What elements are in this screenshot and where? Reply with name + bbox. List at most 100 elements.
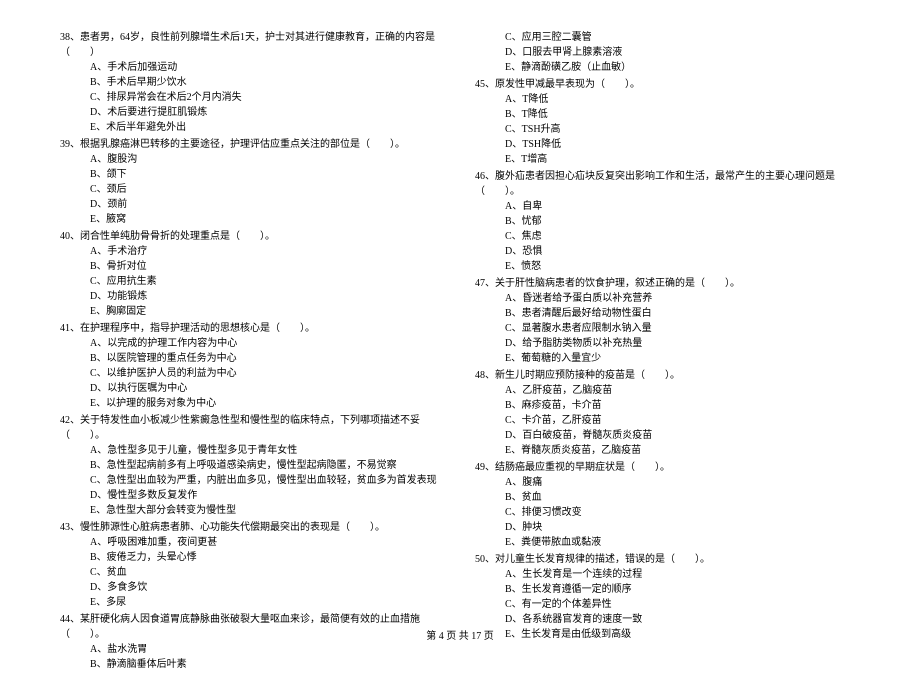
option-d: D、功能锻炼: [90, 289, 445, 304]
option-d: D、给予脂肪类物质以补充热量: [505, 336, 860, 351]
option-e: E、葡萄糖的入量宜少: [505, 351, 860, 366]
page-footer: 第 4 页 共 17 页: [0, 627, 920, 642]
option-c: C、卡介苗，乙肝疫苗: [505, 413, 860, 428]
question-options: A、腹痛 B、贫血 C、排便习惯改变 D、肿块 E、粪便带脓血或黏液: [475, 475, 860, 550]
question-options: A、手术后加强运动 B、手术后早期少饮水 C、排尿异常会在术后2个月内消失 D、…: [60, 60, 445, 135]
question-48: 48、新生儿时期应预防接种的疫苗是（ ）。 A、乙肝疫苗，乙脑疫苗 B、麻疹疫苗…: [475, 368, 860, 458]
question-42: 42、关于特发性血小板减少性紫癜急性型和慢性型的临床特点，下列哪项描述不妥（ ）…: [60, 413, 445, 518]
option-c: C、急性型出血较为严重，内脏出血多见，慢性型出血较轻，贫血多为首发表现: [90, 473, 445, 488]
option-a: A、呼吸困难加重，夜间更甚: [90, 535, 445, 550]
option-a: A、昏迷者给予蛋白质以补充营养: [505, 291, 860, 306]
question-text: 46、腹外疝患者因担心疝块反复突出影响工作和生活，最常产生的主要心理问题是（ ）…: [475, 169, 860, 199]
option-d: D、恐惧: [505, 244, 860, 259]
question-options: A、腹股沟 B、颌下 C、颈后 D、颈前 E、腋窝: [60, 152, 445, 227]
option-c: C、TSH升高: [505, 122, 860, 137]
question-text: 43、慢性肺源性心脏病患者肺、心功能失代偿期最突出的表现是（ ）。: [60, 520, 445, 535]
option-b: B、贫血: [505, 490, 860, 505]
option-c: C、颈后: [90, 182, 445, 197]
question-options: A、呼吸困难加重，夜间更甚 B、疲倦乏力，头晕心悸 C、贫血 D、多食多饮 E、…: [60, 535, 445, 610]
question-options: A、自卑 B、忧郁 C、焦虑 D、恐惧 E、愤怒: [475, 199, 860, 274]
right-column: C、应用三腔二囊管 D、口服去甲肾上腺素溶液 E、静滴酚磺乙胺（止血敏） 45、…: [475, 30, 860, 674]
option-b: B、忧郁: [505, 214, 860, 229]
option-b: B、T降低: [505, 107, 860, 122]
option-d: D、各系统器官发育的速度一致: [505, 612, 860, 627]
question-46: 46、腹外疝患者因担心疝块反复突出影响工作和生活，最常产生的主要心理问题是（ ）…: [475, 169, 860, 274]
question-text: 45、原发性甲减最早表现为（ ）。: [475, 77, 860, 92]
option-d: D、肿块: [505, 520, 860, 535]
question-39: 39、根据乳腺癌淋巴转移的主要途径，护理评估应重点关注的部位是（ ）。 A、腹股…: [60, 137, 445, 227]
question-41: 41、在护理程序中，指导护理活动的思想核心是（ ）。 A、以完成的护理工作内容为…: [60, 321, 445, 411]
option-b: B、患者清醒后最好给动物性蛋白: [505, 306, 860, 321]
option-d: D、TSH降低: [505, 137, 860, 152]
option-b: B、麻疹疫苗，卡介苗: [505, 398, 860, 413]
question-text: 48、新生儿时期应预防接种的疫苗是（ ）。: [475, 368, 860, 383]
option-b: B、手术后早期少饮水: [90, 75, 445, 90]
option-b: B、急性型起病前多有上呼吸道感染病史，慢性型起病隐匿，不易觉察: [90, 458, 445, 473]
option-b: B、疲倦乏力，头晕心悸: [90, 550, 445, 565]
option-c: C、排尿异常会在术后2个月内消失: [90, 90, 445, 105]
question-44-cont: C、应用三腔二囊管 D、口服去甲肾上腺素溶液 E、静滴酚磺乙胺（止血敏）: [475, 30, 860, 75]
option-d: D、以执行医嘱为中心: [90, 381, 445, 396]
option-c: C、排便习惯改变: [505, 505, 860, 520]
option-e: E、腋窝: [90, 212, 445, 227]
question-text: 50、对儿童生长发育规律的描述，错误的是（ ）。: [475, 552, 860, 567]
option-b: B、以医院管理的重点任务为中心: [90, 351, 445, 366]
option-e: E、静滴酚磺乙胺（止血敏）: [505, 60, 860, 75]
question-options: A、昏迷者给予蛋白质以补充营养 B、患者清醒后最好给动物性蛋白 C、显著腹水患者…: [475, 291, 860, 366]
option-c: C、显著腹水患者应限制水钠入量: [505, 321, 860, 336]
option-d: D、多食多饮: [90, 580, 445, 595]
option-e: E、急性型大部分会转变为慢性型: [90, 503, 445, 518]
question-text: 49、结肠癌最应重视的早期症状是（ ）。: [475, 460, 860, 475]
question-options: A、以完成的护理工作内容为中心 B、以医院管理的重点任务为中心 C、以维护医护人…: [60, 336, 445, 411]
question-40: 40、闭合性单纯肋骨骨折的处理重点是（ ）。 A、手术治疗 B、骨折对位 C、应…: [60, 229, 445, 319]
option-e: E、术后半年避免外出: [90, 120, 445, 135]
question-49: 49、结肠癌最应重视的早期症状是（ ）。 A、腹痛 B、贫血 C、排便习惯改变 …: [475, 460, 860, 550]
question-45: 45、原发性甲减最早表现为（ ）。 A、T降低 B、T降低 C、TSH升高 D、…: [475, 77, 860, 167]
option-e: E、粪便带脓血或黏液: [505, 535, 860, 550]
option-a: A、生长发育是一个连续的过程: [505, 567, 860, 582]
option-b: B、骨折对位: [90, 259, 445, 274]
option-b: B、颌下: [90, 167, 445, 182]
option-c: C、有一定的个体差异性: [505, 597, 860, 612]
option-c: C、应用抗生素: [90, 274, 445, 289]
question-options: A、盐水洗胃 B、静滴脑垂体后叶素: [60, 642, 445, 672]
question-options: A、T降低 B、T降低 C、TSH升高 D、TSH降低 E、T增高: [475, 92, 860, 167]
option-a: A、自卑: [505, 199, 860, 214]
option-e: E、胸廓固定: [90, 304, 445, 319]
option-c: C、以维护医护人员的利益为中心: [90, 366, 445, 381]
option-d: D、慢性型多数反复发作: [90, 488, 445, 503]
option-a: A、乙肝疫苗，乙脑疫苗: [505, 383, 860, 398]
option-e: E、愤怒: [505, 259, 860, 274]
question-options: A、手术治疗 B、骨折对位 C、应用抗生素 D、功能锻炼 E、胸廓固定: [60, 244, 445, 319]
page-columns: 38、患者男，64岁，良性前列腺增生术后1天，护士对其进行健康教育，正确的内容是…: [60, 30, 860, 674]
question-options: A、乙肝疫苗，乙脑疫苗 B、麻疹疫苗，卡介苗 C、卡介苗，乙肝疫苗 D、百白破疫…: [475, 383, 860, 458]
option-a: A、以完成的护理工作内容为中心: [90, 336, 445, 351]
question-38: 38、患者男，64岁，良性前列腺增生术后1天，护士对其进行健康教育，正确的内容是…: [60, 30, 445, 135]
option-a: A、手术治疗: [90, 244, 445, 259]
question-options: C、应用三腔二囊管 D、口服去甲肾上腺素溶液 E、静滴酚磺乙胺（止血敏）: [475, 30, 860, 75]
question-text: 40、闭合性单纯肋骨骨折的处理重点是（ ）。: [60, 229, 445, 244]
option-a: A、腹痛: [505, 475, 860, 490]
option-d: D、口服去甲肾上腺素溶液: [505, 45, 860, 60]
option-b: B、静滴脑垂体后叶素: [90, 657, 445, 672]
option-a: A、急性型多见于儿童，慢性型多见于青年女性: [90, 443, 445, 458]
option-d: D、百白破疫苗，脊髓灰质炎疫苗: [505, 428, 860, 443]
option-d: D、术后要进行提肛肌锻炼: [90, 105, 445, 120]
question-text: 42、关于特发性血小板减少性紫癜急性型和慢性型的临床特点，下列哪项描述不妥（ ）…: [60, 413, 445, 443]
question-47: 47、关于肝性脑病患者的饮食护理，叙述正确的是（ ）。 A、昏迷者给予蛋白质以补…: [475, 276, 860, 366]
option-b: B、生长发育遵循一定的顺序: [505, 582, 860, 597]
option-e: E、多尿: [90, 595, 445, 610]
question-text: 38、患者男，64岁，良性前列腺增生术后1天，护士对其进行健康教育，正确的内容是…: [60, 30, 445, 60]
option-e: E、T增高: [505, 152, 860, 167]
option-a: A、手术后加强运动: [90, 60, 445, 75]
option-c: C、应用三腔二囊管: [505, 30, 860, 45]
option-c: C、焦虑: [505, 229, 860, 244]
option-c: C、贫血: [90, 565, 445, 580]
question-text: 39、根据乳腺癌淋巴转移的主要途径，护理评估应重点关注的部位是（ ）。: [60, 137, 445, 152]
option-a: A、腹股沟: [90, 152, 445, 167]
question-options: A、急性型多见于儿童，慢性型多见于青年女性 B、急性型起病前多有上呼吸道感染病史…: [60, 443, 445, 518]
option-a: A、T降低: [505, 92, 860, 107]
question-text: 47、关于肝性脑病患者的饮食护理，叙述正确的是（ ）。: [475, 276, 860, 291]
question-43: 43、慢性肺源性心脏病患者肺、心功能失代偿期最突出的表现是（ ）。 A、呼吸困难…: [60, 520, 445, 610]
option-d: D、颈前: [90, 197, 445, 212]
